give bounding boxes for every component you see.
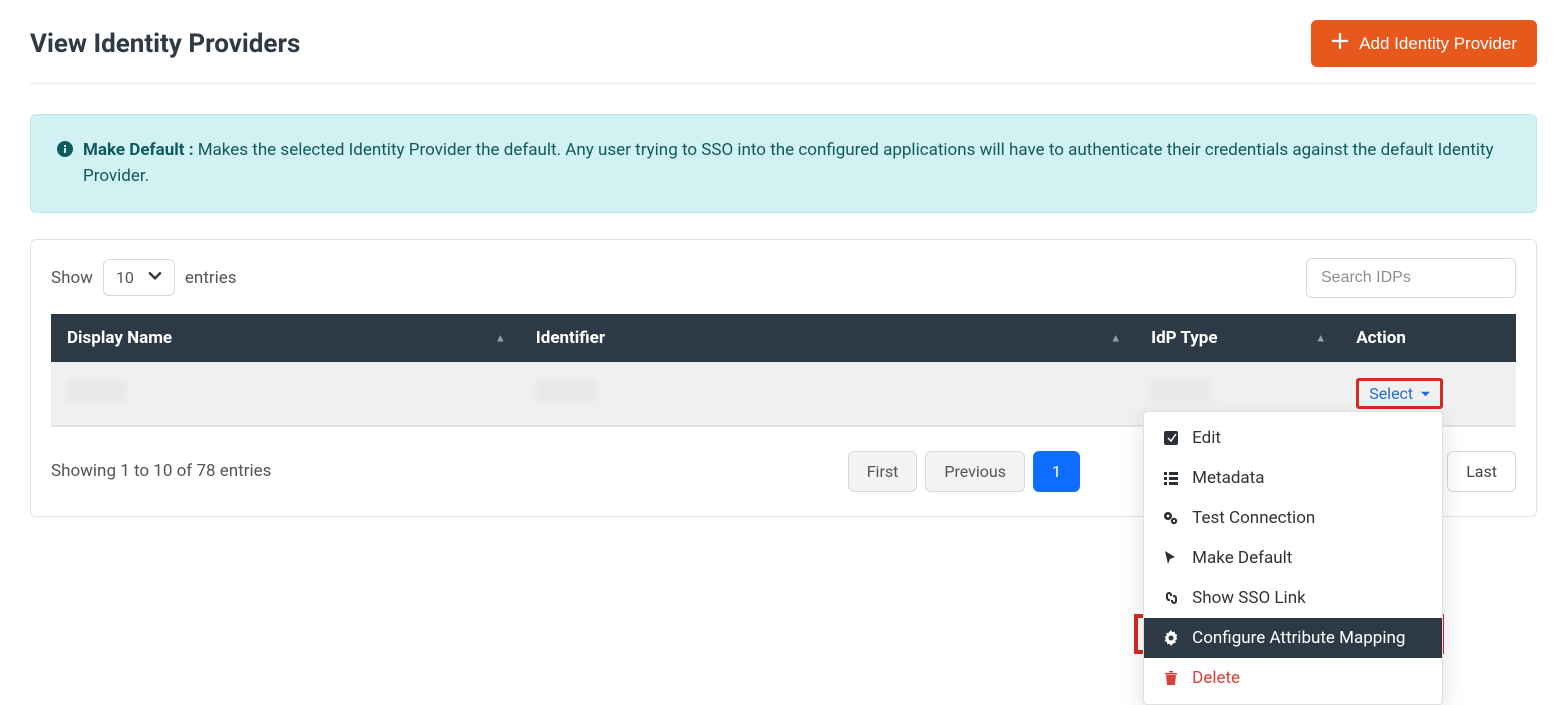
chevron-down-icon: [148, 268, 162, 287]
info-banner: Make Default : Makes the selected Identi…: [30, 114, 1537, 213]
dropdown-test-label: Test Connection: [1192, 508, 1315, 528]
page-title: View Identity Providers: [30, 29, 300, 59]
col-identifier[interactable]: Identifier▲: [520, 314, 1135, 362]
plus-icon: [1331, 32, 1349, 55]
idp-table: Display Name▲ Identifier▲ IdP Type▲ Acti…: [51, 314, 1516, 427]
gear-icon: [1162, 629, 1180, 647]
info-banner-text: Makes the selected Identity Provider the…: [83, 140, 1494, 186]
col-idp-type[interactable]: IdP Type▲: [1135, 314, 1340, 362]
show-label: Show: [51, 268, 93, 288]
cell-identifier: [520, 362, 1135, 426]
row-action-select-button[interactable]: Select: [1356, 378, 1443, 409]
dropdown-show-sso-link[interactable]: Show SSO Link: [1144, 578, 1442, 618]
add-button-label: Add Identity Provider: [1359, 34, 1517, 54]
showing-text: Showing 1 to 10 of 78 entries: [51, 461, 271, 481]
row-action-dropdown: Edit Metadata Test Connection Make Defau…: [1143, 411, 1443, 705]
page-header: View Identity Providers Add Identity Pro…: [30, 20, 1537, 84]
col-action: Action: [1340, 314, 1516, 362]
sort-asc-icon: ▲: [1315, 331, 1326, 344]
dropdown-edit[interactable]: Edit: [1144, 418, 1442, 458]
edit-icon: [1162, 429, 1180, 447]
list-icon: [1162, 469, 1180, 487]
add-identity-provider-button[interactable]: Add Identity Provider: [1311, 20, 1537, 67]
dropdown-metadata-label: Metadata: [1192, 468, 1264, 488]
caret-down-icon: [1421, 384, 1430, 403]
cell-display-name: [51, 362, 520, 426]
dropdown-test-connection[interactable]: Test Connection: [1144, 498, 1442, 538]
dropdown-edit-label: Edit: [1192, 428, 1221, 448]
cursor-icon: [1162, 549, 1180, 567]
pager-page-1-button[interactable]: 1: [1033, 451, 1080, 492]
pager-first-button[interactable]: First: [848, 451, 918, 492]
dropdown-configure-attribute-mapping[interactable]: Configure Attribute Mapping: [1144, 618, 1442, 658]
dropdown-metadata[interactable]: Metadata: [1144, 458, 1442, 498]
entries-per-page-select[interactable]: 10: [103, 259, 175, 296]
dropdown-make-default-label: Make Default: [1192, 548, 1292, 568]
dropdown-delete[interactable]: Delete: [1144, 658, 1442, 698]
dropdown-make-default[interactable]: Make Default: [1144, 538, 1442, 578]
entries-label: entries: [185, 268, 237, 288]
trash-icon: [1162, 669, 1180, 687]
info-icon: [57, 137, 73, 190]
row-action-select-label: Select: [1369, 384, 1413, 403]
dropdown-config-attr-label: Configure Attribute Mapping: [1192, 628, 1405, 648]
pager-previous-button[interactable]: Previous: [925, 451, 1025, 492]
sort-asc-icon: ▲: [1110, 331, 1121, 344]
search-input[interactable]: [1306, 258, 1516, 298]
col-display-name[interactable]: Display Name▲: [51, 314, 520, 362]
entries-per-page-value: 10: [116, 268, 134, 287]
gears-icon: [1162, 509, 1180, 527]
pager-last-button[interactable]: Last: [1447, 451, 1516, 492]
dropdown-delete-label: Delete: [1192, 668, 1240, 688]
info-banner-prefix: Make Default :: [83, 140, 194, 160]
dropdown-show-sso-label: Show SSO Link: [1192, 588, 1306, 608]
sort-asc-icon: ▲: [495, 331, 506, 344]
table-controls: Show 10 entries: [51, 258, 1516, 298]
link-icon: [1162, 589, 1180, 607]
